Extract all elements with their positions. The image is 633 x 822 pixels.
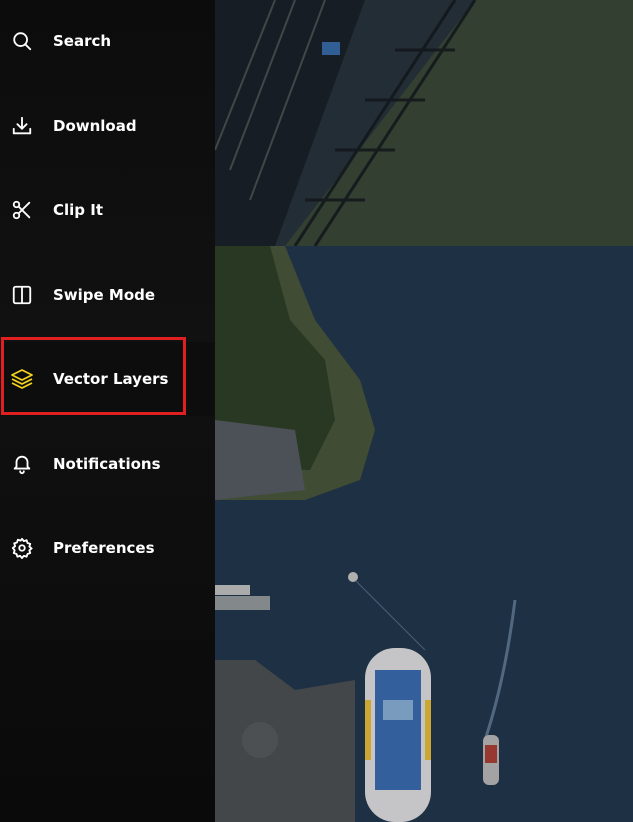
sidebar-item-label: Preferences (53, 539, 155, 557)
sidebar-item-vector-layers[interactable]: Vector Layers (0, 342, 215, 416)
sidebar-item-label: Notifications (53, 455, 161, 473)
sidebar-item-label: Download (53, 117, 137, 135)
layers-icon (10, 367, 34, 391)
swipe-mode-icon (10, 283, 34, 307)
sidebar-item-search[interactable]: Search (0, 4, 215, 78)
sidebar-item-swipe-mode[interactable]: Swipe Mode (0, 258, 215, 332)
sidebar-item-label: Clip It (53, 201, 104, 219)
satellite-imagery (215, 0, 633, 822)
scissors-icon (10, 198, 34, 222)
sidebar-item-preferences[interactable]: Preferences (0, 511, 215, 585)
download-icon (10, 114, 34, 138)
satellite-map[interactable] (215, 0, 633, 822)
bell-icon (10, 452, 34, 476)
gear-icon (10, 536, 34, 560)
sidebar-item-label: Vector Layers (53, 370, 169, 388)
search-icon (10, 29, 34, 53)
sidebar-item-clip-it[interactable]: Clip It (0, 173, 215, 247)
sidebar: Search Download Clip It Swipe Mode Vecto… (0, 0, 215, 822)
sidebar-item-download[interactable]: Download (0, 89, 215, 163)
sidebar-item-notifications[interactable]: Notifications (0, 427, 215, 501)
sidebar-item-label: Swipe Mode (53, 286, 156, 304)
sidebar-item-label: Search (53, 32, 112, 50)
